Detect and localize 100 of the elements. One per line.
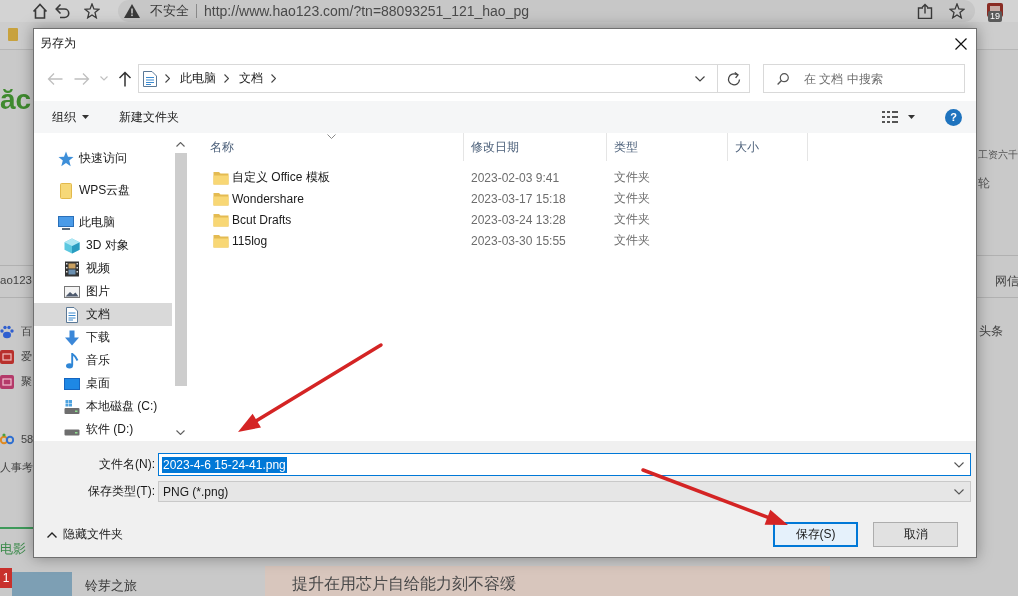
view-list-icon[interactable] [882, 111, 898, 123]
chevron-right-icon[interactable] [271, 74, 276, 83]
sidebar-item[interactable]: 软件 (D:) [34, 418, 172, 441]
cancel-button[interactable]: 取消 [873, 522, 958, 547]
curved-arrow-icon[interactable] [54, 3, 70, 19]
monitor-icon [58, 214, 74, 231]
scroll-down-icon[interactable] [176, 430, 185, 435]
sidebar-item[interactable]: 此电脑 [34, 211, 172, 234]
url-text[interactable]: http://www.hao123.com/?tn=88093251_121_hao_pg [204, 3, 529, 19]
new-folder-button[interactable]: 新建文件夹 [119, 108, 179, 126]
music-note-icon [64, 352, 80, 369]
security-label[interactable]: 不安全 [150, 2, 189, 20]
link-text[interactable]: 头条 [977, 323, 1018, 339]
file-type-dropdown[interactable]: PNG (*.png) [158, 481, 971, 502]
breadcrumb-item[interactable]: 文档 [239, 70, 263, 87]
window-title: 另存为 [40, 35, 77, 52]
chevron-right-icon[interactable] [165, 74, 170, 83]
refresh-icon [726, 71, 741, 86]
sidebar-item[interactable]: 下载 [34, 326, 172, 349]
rank-badge: 1 [0, 568, 12, 588]
folder-icon [213, 233, 229, 248]
news-text[interactable]: 工资六千 [977, 148, 1018, 162]
chevron-down-icon [954, 488, 964, 495]
table-cell: 文件夹 [614, 233, 650, 247]
scroll-up-icon[interactable] [176, 142, 185, 147]
chevron-down-icon[interactable] [954, 461, 964, 468]
organize-button[interactable]: 组织 [52, 108, 89, 126]
help-button[interactable]: ? [945, 108, 962, 126]
sidebar-item[interactable]: WPS云盘 [34, 179, 172, 202]
site-label[interactable]: ao123 [0, 272, 33, 288]
selected-text: 2023-4-6 15-24-41.png [162, 456, 287, 473]
download-arrow-icon [64, 329, 80, 346]
file-name[interactable]: 115log [232, 233, 268, 248]
tab-indicator [0, 527, 33, 529]
chevron-right-icon[interactable] [224, 74, 229, 83]
sidebar-item[interactable]: 文档 [34, 303, 172, 326]
star-icon[interactable] [949, 3, 965, 19]
breadcrumb-item[interactable]: 此电脑 [180, 70, 216, 87]
chevron-down-icon[interactable] [695, 75, 705, 82]
chevron-up-icon [47, 531, 57, 538]
close-icon[interactable] [955, 37, 967, 50]
sidebar-item[interactable]: 快速访问 [34, 147, 172, 170]
file-name[interactable]: Bcut Drafts [232, 212, 292, 227]
document-icon [143, 70, 157, 87]
file-name[interactable]: Wondershare [232, 191, 304, 206]
folder-icon [213, 170, 229, 185]
home-icon[interactable] [32, 3, 48, 19]
warning-icon[interactable] [124, 4, 140, 18]
star-icon [58, 150, 74, 167]
column-header[interactable]: 类型 [607, 133, 728, 161]
sidebar-item[interactable]: 视频 [34, 257, 172, 280]
notice-text[interactable]: 人事考 [0, 459, 33, 475]
tile-icon [0, 374, 14, 389]
cube-icon [64, 237, 80, 254]
link-text[interactable]: 聚 [21, 374, 32, 389]
search-field[interactable]: 在 文档 中搜索 [763, 64, 965, 93]
sort-chevron-icon [326, 134, 336, 139]
folder-icon [58, 182, 74, 199]
star-icon[interactable] [84, 3, 100, 19]
filename-field[interactable]: 2023-4-6 15-24-41.png [158, 453, 971, 476]
sidebar-item[interactable]: 图片 [34, 280, 172, 303]
tile-icon [0, 349, 14, 364]
headline[interactable]: 提升在用芯片自给能力刻不容缓 [292, 574, 830, 594]
share-icon[interactable] [917, 3, 933, 19]
tab[interactable]: 网信 [977, 273, 1018, 289]
field-label: 保存类型(T): [87, 483, 155, 500]
hide-folders-button[interactable]: 隐藏文件夹 [47, 526, 123, 543]
sidebar-item[interactable]: 3D 对象 [34, 234, 172, 257]
scrollbar-thumb[interactable] [174, 153, 187, 386]
news-card[interactable]: 提升在用芯片自给能力刻不容缓 [265, 566, 830, 596]
caret-down-icon[interactable] [908, 115, 915, 119]
count-badge: 19 [988, 11, 1002, 22]
search-input[interactable]: 在 文档 中搜索 [804, 71, 954, 86]
column-header[interactable]: 名称 [200, 133, 464, 161]
column-header[interactable]: 修改日期 [464, 133, 607, 161]
file-name[interactable]: 自定义 Office 模板 [232, 169, 330, 186]
film-icon [64, 260, 80, 277]
address-bar[interactable]: 此电脑 文档 [138, 64, 750, 93]
link-text[interactable]: 百 [21, 324, 32, 339]
caret-down-icon [82, 115, 89, 119]
news-text[interactable]: 轮 [977, 176, 1018, 190]
table-cell: 2023-02-03 9:41 [471, 170, 560, 185]
sidebar-item[interactable]: 音乐 [34, 349, 172, 372]
folder-icon [213, 212, 229, 227]
up-arrow-icon[interactable] [118, 70, 132, 87]
link-text[interactable]: 58 [21, 432, 34, 445]
table-cell: 文件夹 [614, 212, 650, 226]
table-cell: 文件夹 [614, 191, 650, 205]
picture-icon [64, 283, 80, 300]
table-cell: 2023-03-30 15:55 [471, 233, 566, 248]
address-bar[interactable]: 不安全 http://www.hao123.com/?tn=88093251_121_hao_pg [118, 0, 975, 22]
column-header[interactable]: 大小 [728, 133, 808, 161]
movie-title[interactable]: 铃芽之旅 [85, 578, 137, 594]
link-text[interactable]: 爱 [21, 349, 32, 364]
save-button[interactable]: 保存(S) [773, 522, 858, 547]
logo-text: ăc [0, 84, 33, 116]
paw-icon [0, 324, 14, 339]
sidebar-item[interactable]: 本地磁盘 (C:) [34, 395, 172, 418]
field-label: 文件名(N): [98, 456, 155, 473]
sidebar-item[interactable]: 桌面 [34, 372, 172, 395]
